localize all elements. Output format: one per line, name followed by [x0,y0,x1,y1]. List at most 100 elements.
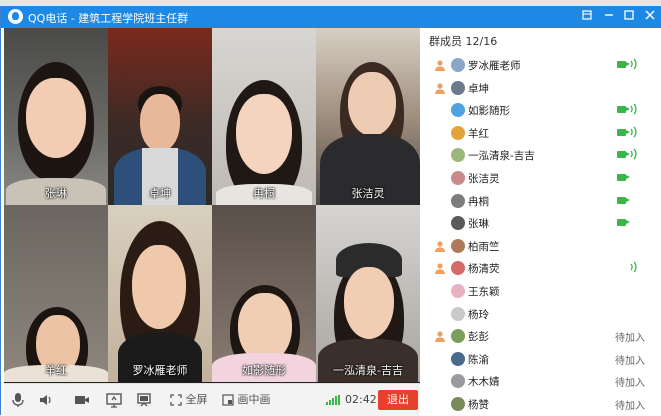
window-title: QQ电话 - 建筑工程学院班主任群 [28,12,189,25]
call-timer: 02:42 [345,393,377,406]
speaker-icon[interactable] [38,392,54,408]
member-row[interactable]: 彭彭 待加入 [423,325,661,347]
member-row[interactable]: 如影随形 [423,99,661,121]
member-name: 杨玲 [468,308,489,321]
avatar [451,351,465,366]
member-name: 柏雨竺 [468,240,500,253]
member-name: 王东颖 [468,286,500,298]
member-row[interactable]: 杨清荧 [423,257,661,279]
avatar [451,397,465,411]
audio-level-icon [629,57,639,74]
member-name: 张琳 [468,218,489,231]
call-control-bar: 全屏 画中画 02:42 退出 [4,383,420,416]
host-person-icon [434,240,446,252]
tile-name: 羊红 [45,364,67,377]
video-tile[interactable]: 羊红 [4,205,108,382]
host-person-icon [434,82,446,94]
picture-in-picture-icon [222,394,234,406]
video-tile[interactable]: 如影随形 [212,205,316,382]
pip-label: 画中画 [237,393,271,406]
member-name: 陈渝 [468,353,489,366]
member-row[interactable]: 卓坤 [423,77,661,99]
avatar [451,103,465,118]
member-name: 如影随形 [468,105,510,118]
member-row[interactable]: 王东颖 [423,280,661,302]
member-row[interactable]: 杨赞 待加入 [423,393,661,415]
video-camera-icon [617,61,626,68]
qq-logo-icon [8,9,23,24]
video-camera-icon [617,128,626,136]
avatar [451,171,465,185]
member-name: 卓坤 [468,82,489,95]
video-camera-icon [617,106,626,114]
video-tile[interactable]: 冉桐 [212,28,316,205]
member-row[interactable]: 羊红 [423,122,661,144]
video-tile[interactable]: 罗冰雁老师 [108,205,212,382]
avatar [451,261,465,276]
whiteboard-icon[interactable] [136,392,152,408]
host-person-icon [434,59,446,71]
video-camera-icon [617,174,626,181]
member-name: 罗冰雁老师 [468,60,521,72]
video-tile[interactable]: 张洁灵 [316,28,420,205]
microphone-icon[interactable] [12,392,24,408]
video-camera-icon [617,219,626,227]
video-camera-icon [617,196,626,204]
video-tile[interactable]: 卓坤 [108,28,212,205]
skin-icon[interactable] [578,8,596,26]
member-row[interactable]: 木木婧 待加入 [423,370,661,392]
member-name: 羊红 [468,127,489,140]
signal-strength-icon [326,392,340,408]
avatar [451,193,465,208]
member-row[interactable]: 张洁灵 [423,167,661,189]
tile-name: 张洁灵 [351,187,385,200]
audio-level-icon [629,147,639,164]
fullscreen-label: 全屏 [185,393,208,406]
video-camera-icon [617,151,626,159]
host-person-icon [434,262,446,275]
avatar [451,80,465,95]
fullscreen-icon [170,394,182,406]
screen-share-icon[interactable] [106,392,122,408]
member-name: 彭彭 [468,331,489,344]
video-tile[interactable]: 一泓清泉-吉吉 [316,205,420,382]
pending-join-status: 待加入 [615,401,645,412]
close-button[interactable] [641,8,659,26]
member-row[interactable]: 柏雨竺 [423,235,661,257]
audio-level-icon [629,125,639,142]
member-row[interactable]: 陈渝 待加入 [423,348,661,370]
qq-call-window: QQ电话 - 建筑工程学院班主任群 张琳 卓坤 冉桐 张洁灵 羊红 罗冰雁老师 … [0,6,661,416]
maximize-button[interactable] [620,8,638,26]
member-name: 一泓清泉-吉吉 [468,150,535,163]
member-name: 冉桐 [468,195,489,208]
member-row[interactable]: 杨玲 [423,303,661,325]
minimize-button[interactable] [600,8,618,26]
video-tile[interactable]: 张琳 [4,28,108,205]
member-row[interactable]: 一泓清泉-吉吉 [423,144,661,166]
tile-name: 如影随形 [242,364,286,377]
camera-icon[interactable] [74,392,90,408]
video-grid: 张琳 卓坤 冉桐 张洁灵 羊红 罗冰雁老师 如影随形 一泓清泉-吉吉 [4,28,420,383]
avatar [451,329,465,344]
title-bar: QQ电话 - 建筑工程学院班主任群 [1,6,661,28]
avatar [451,148,465,163]
avatar [451,306,465,321]
avatar [451,216,465,231]
member-name: 杨赞 [468,399,489,411]
fullscreen-button[interactable]: 全屏 [170,392,208,408]
tile-name: 罗冰雁老师 [132,364,188,377]
member-count-header: 群成员 12/16 [429,35,498,48]
avatar [451,58,465,72]
pending-join-status: 待加入 [615,355,645,367]
member-row[interactable]: 张琳 [423,212,661,234]
avatar [451,284,465,298]
member-row[interactable]: 罗冰雁老师 [423,54,661,76]
member-row[interactable]: 冉桐 [423,190,661,212]
tile-name: 一泓清泉-吉吉 [333,364,403,377]
picture-in-picture-button[interactable]: 画中画 [222,392,271,408]
exit-call-button[interactable]: 退出 [378,390,418,410]
member-name: 张洁灵 [468,173,500,185]
audio-level-icon [629,102,639,119]
pending-join-status: 待加入 [615,333,645,345]
member-name: 木木婧 [468,376,500,389]
